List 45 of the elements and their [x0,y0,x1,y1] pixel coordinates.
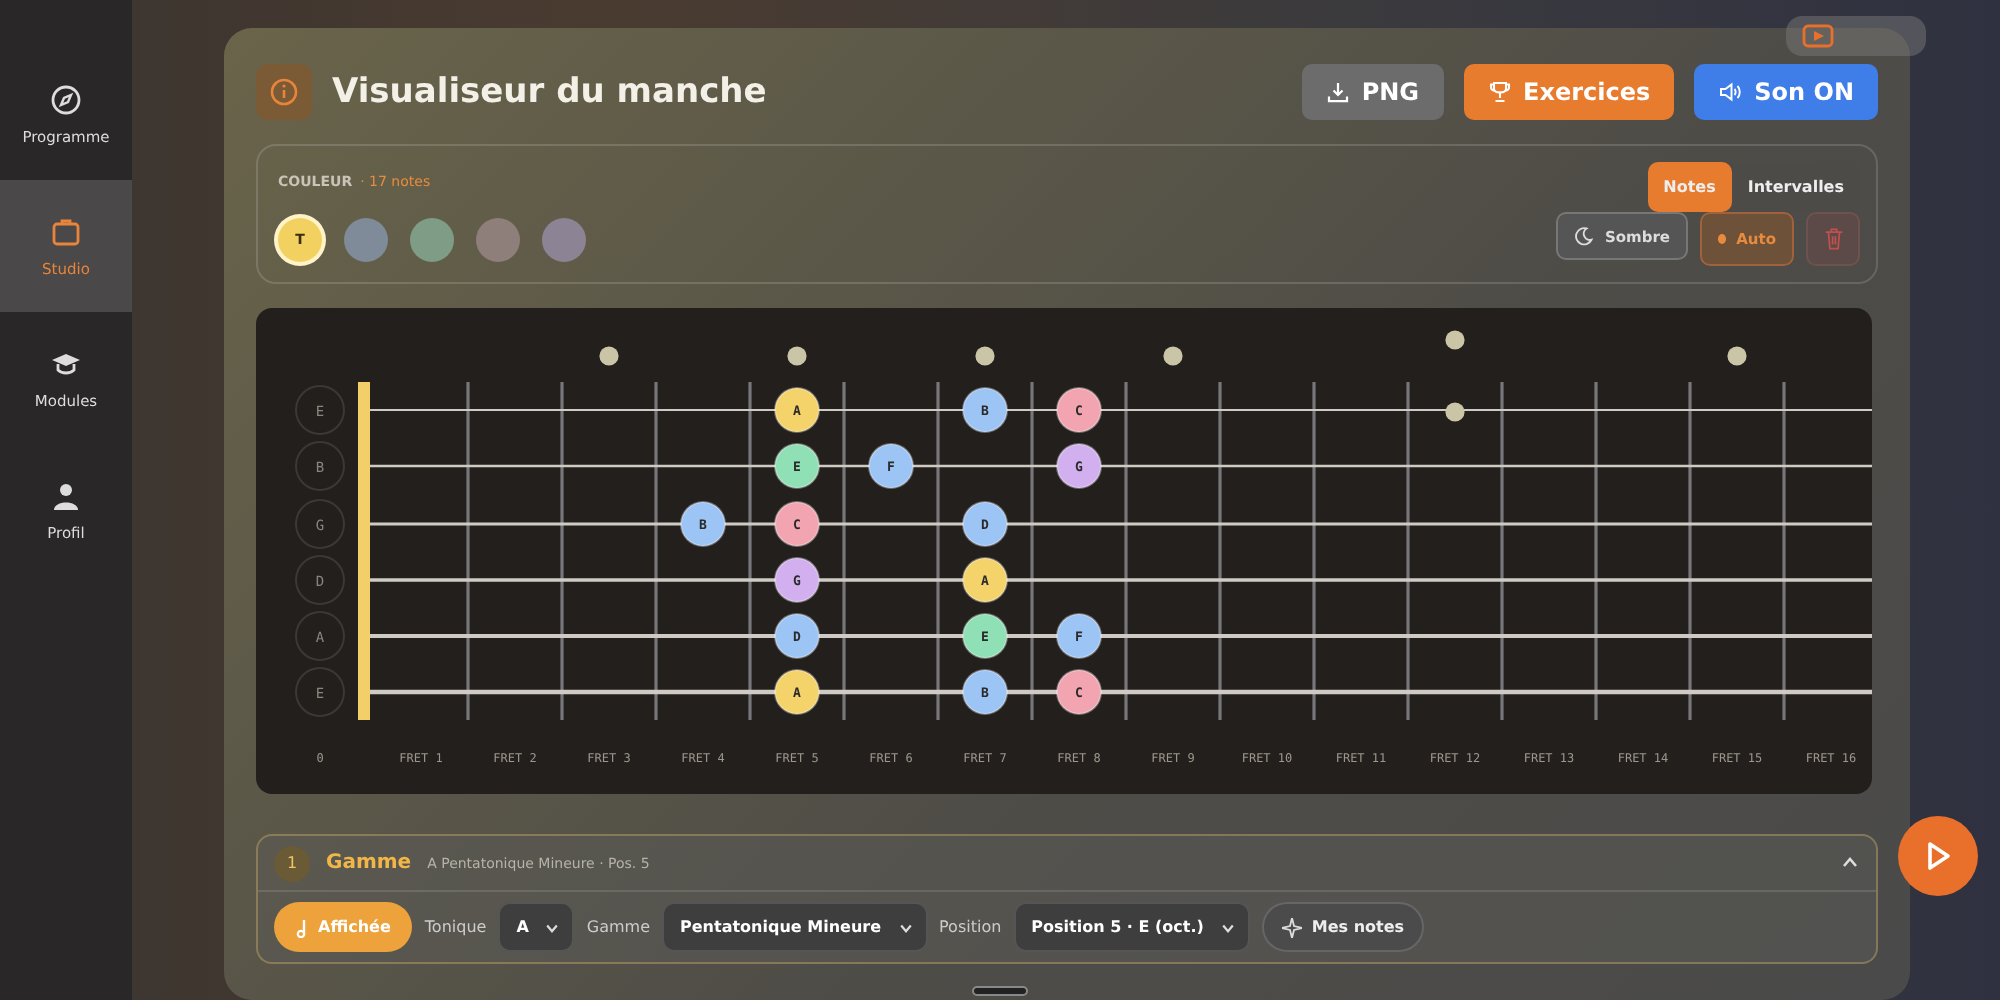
inlay-dot [1727,346,1747,366]
color-swatch[interactable] [410,218,454,262]
briefcase-icon [50,215,82,247]
sparkle-icon [1281,917,1302,937]
video-play-icon [1802,24,1834,48]
inlay-dot [1445,402,1465,422]
layer-number: 1 [274,845,310,881]
my-notes-button[interactable]: Mes notes [1261,902,1425,952]
sound-button[interactable]: Son ON [1694,64,1878,120]
color-swatch[interactable] [344,218,388,262]
info-icon [256,64,312,120]
floating-widget[interactable] [1786,16,1926,56]
select-field[interactable]: A [498,902,575,952]
inlay-dot [1445,330,1465,350]
trash-icon [1823,228,1843,250]
field-label: Tonique [424,918,487,936]
png-button[interactable]: PNG [1301,64,1444,120]
person-icon [50,479,82,511]
moon-icon [1574,226,1595,246]
inlay-dot [599,346,619,366]
select-field[interactable]: Position 5 · E (oct.) [1013,902,1250,952]
chevron-down-icon [1219,919,1236,935]
status-dot-icon [1718,234,1727,244]
resize-handle[interactable] [972,986,1028,996]
inlay-dot [787,346,807,366]
music-note-icon [296,917,310,937]
field-label: Position [939,918,1002,936]
page-title: Visualiseur du manche [332,72,769,112]
layer-title: Gamme [326,852,412,874]
color-swatch[interactable] [476,218,520,262]
mode-tab[interactable]: Intervalles [1731,162,1860,212]
compass-icon [50,83,82,115]
inlay-dot [1163,346,1183,366]
trophy-icon [1487,80,1512,104]
field-label: Gamme [586,918,651,936]
chevron-icon [1840,852,1860,872]
download-icon [1325,80,1350,104]
select-field[interactable]: Pentatonique Mineure [662,902,928,952]
inlay-dot [975,346,995,366]
speaker-icon [1718,80,1743,104]
delete-button[interactable] [1806,212,1860,266]
chevron-down-icon [897,919,914,935]
color-swatch[interactable] [542,218,586,262]
chevron-down-icon [544,919,561,935]
play-icon [1922,840,1954,872]
